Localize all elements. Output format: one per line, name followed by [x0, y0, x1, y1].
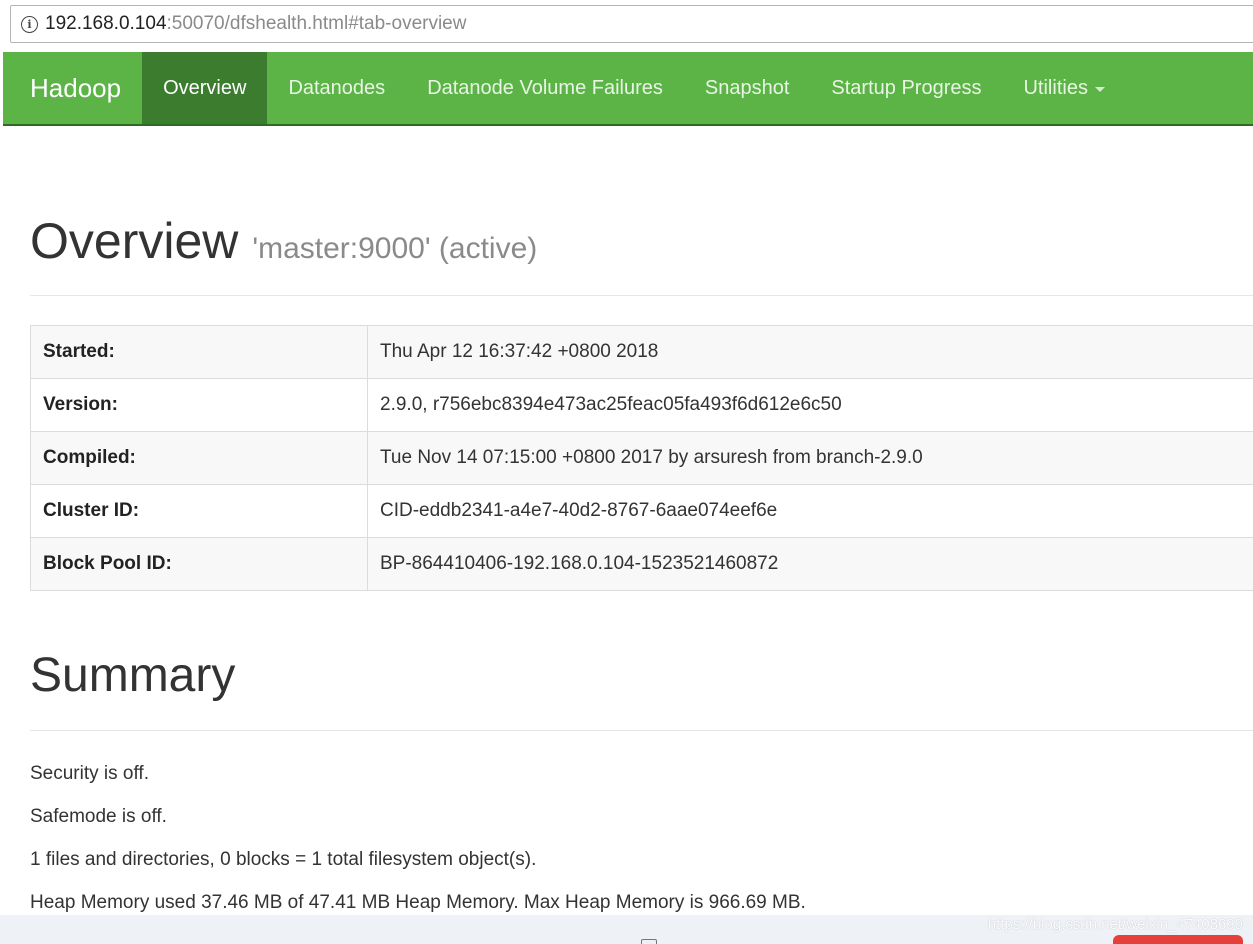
- address-bar[interactable]: i 192.168.0.104:50070/dfshealth.html#tab…: [10, 5, 1253, 43]
- summary-line-security: Security is off.: [30, 763, 149, 784]
- divider: [30, 730, 1253, 731]
- summary-list: Security is off. Safemode is off. 1 file…: [30, 761, 806, 933]
- table-row: Cluster ID: CID-eddb2341-a4e7-40d2-8767-…: [30, 484, 1253, 538]
- row-key: Version:: [30, 378, 368, 432]
- table-row: Started: Thu Apr 12 16:37:42 +0800 2018: [30, 325, 1253, 379]
- navbar: Hadoop Overview Datanodes Datanode Volum…: [3, 52, 1253, 126]
- overview-heading: Overview 'master:9000' (active): [30, 212, 537, 270]
- checkbox-icon[interactable]: [641, 939, 657, 944]
- divider: [30, 295, 1253, 296]
- summary-line-filesystem: 1 files and directories, 0 blocks = 1 to…: [30, 849, 537, 870]
- table-row: Block Pool ID: BP-864410406-192.168.0.10…: [30, 537, 1253, 591]
- row-key: Cluster ID:: [30, 484, 368, 538]
- summary-heading: Summary: [30, 649, 236, 702]
- info-icon[interactable]: i: [21, 15, 38, 33]
- nav-utilities-label: Utilities: [1023, 76, 1088, 99]
- red-action-button[interactable]: [1113, 935, 1243, 944]
- nav-overview[interactable]: Overview: [142, 52, 268, 124]
- url-host: 192.168.0.104: [45, 13, 167, 34]
- nav-snapshot[interactable]: Snapshot: [684, 52, 811, 124]
- row-value: 2.9.0, r756ebc8394e473ac25feac05fa493f6d…: [367, 378, 1253, 432]
- table-row: Version: 2.9.0, r756ebc8394e473ac25feac0…: [30, 378, 1253, 432]
- page-subtitle: 'master:9000' (active): [252, 232, 538, 265]
- url-path: :50070/dfshealth.html#tab-overview: [166, 13, 467, 34]
- caret-down-icon: [1094, 87, 1105, 92]
- watermark: https://blog.csdn.net/weixin_47408699: [987, 916, 1243, 933]
- row-value: BP-864410406-192.168.0.104-1523521460872: [367, 537, 1253, 591]
- nav-datanode-volume-failures[interactable]: Datanode Volume Failures: [406, 52, 684, 124]
- row-key: Started:: [30, 325, 368, 379]
- overview-table: Started: Thu Apr 12 16:37:42 +0800 2018 …: [30, 325, 1253, 591]
- row-value: Tue Nov 14 07:15:00 +0800 2017 by arsure…: [367, 431, 1253, 485]
- row-key: Block Pool ID:: [30, 537, 368, 591]
- page-title: Overview: [30, 213, 239, 269]
- bottom-toolbar: https://blog.csdn.net/weixin_47408699: [0, 915, 1253, 944]
- table-row: Compiled: Tue Nov 14 07:15:00 +0800 2017…: [30, 431, 1253, 485]
- row-value: CID-eddb2341-a4e7-40d2-8767-6aae074eef6e: [367, 484, 1253, 538]
- row-key: Compiled:: [30, 431, 368, 485]
- brand-link[interactable]: Hadoop: [3, 52, 142, 124]
- nav-startup-progress[interactable]: Startup Progress: [810, 52, 1002, 124]
- summary-line-safemode: Safemode is off.: [30, 806, 167, 827]
- nav-datanodes[interactable]: Datanodes: [267, 52, 406, 124]
- nav-utilities-dropdown[interactable]: Utilities: [1002, 52, 1125, 124]
- row-value: Thu Apr 12 16:37:42 +0800 2018: [367, 325, 1253, 379]
